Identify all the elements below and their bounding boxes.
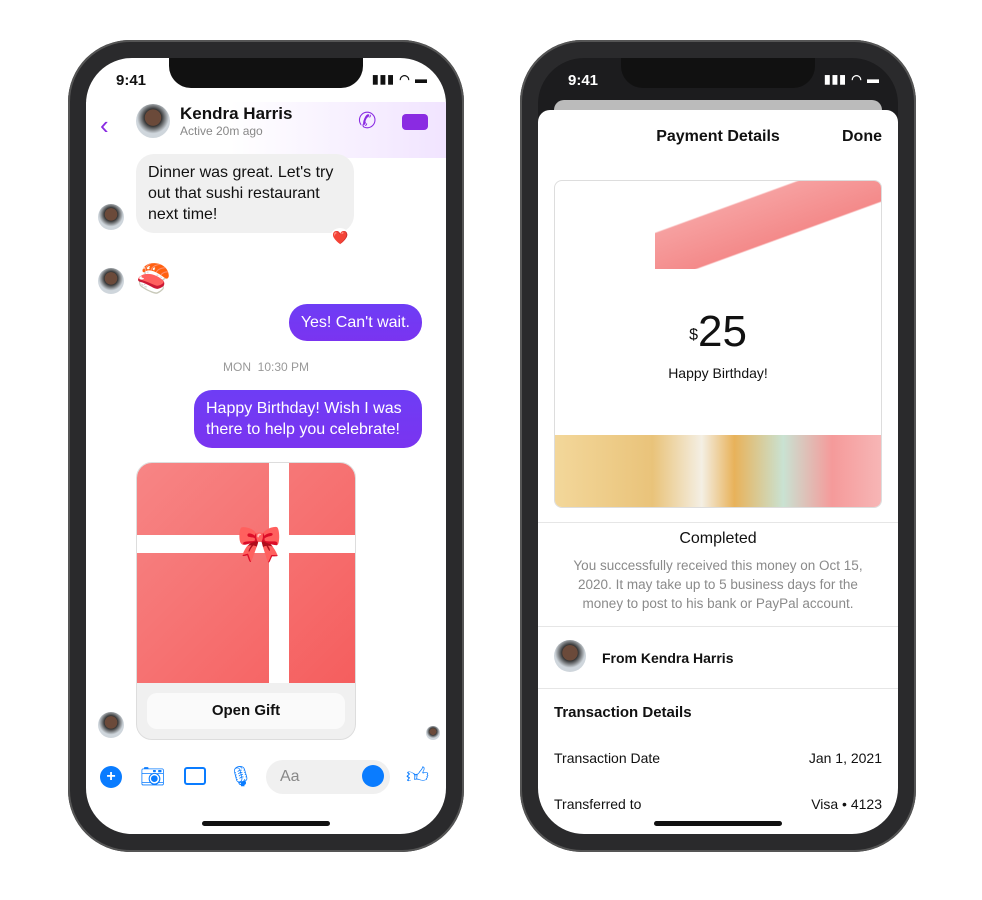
thumbs-up-icon[interactable]: 👍︎ (406, 762, 429, 789)
detail-label: Transferred to (554, 796, 642, 812)
message-bubble[interactable]: Dinner was great. Let's try out that sus… (136, 154, 354, 233)
status-time: 9:41 (568, 72, 599, 89)
notch (621, 58, 815, 88)
payment-screen: 9:41 ▮▮▮ ◠ ▬ Payment Details Done $25 Ha… (538, 58, 898, 834)
status-icons: ▮▮▮ ◠ ▬ (824, 72, 880, 86)
video-call-icon[interactable] (402, 114, 428, 130)
phone-payment: 9:41 ▮▮▮ ◠ ▬ Payment Details Done $25 Ha… (520, 40, 916, 852)
divider (538, 522, 898, 523)
done-button[interactable]: Done (842, 128, 882, 146)
sushi-emoji-message[interactable]: 🍣 (136, 262, 171, 295)
desserts-illustration (555, 435, 881, 507)
detail-row: Transferred to Visa • 4123 (554, 796, 882, 812)
amount-value: 25 (697, 307, 747, 356)
home-indicator (202, 821, 330, 826)
avatar (98, 712, 124, 738)
details-title: Transaction Details (554, 704, 692, 721)
detail-value: Jan 1, 2021 (808, 750, 882, 766)
open-gift-button[interactable]: Open Gift (147, 693, 345, 729)
composer: + 📷︎ 🎙︎ Aa 👍︎ (86, 758, 446, 798)
read-receipt-avatar (426, 726, 440, 740)
payment-note: Happy Birthday! (668, 365, 768, 381)
chat-screen: 9:41 ▮▮▮ ◠ ▬ ‹ Kendra Harris Active 20m … (86, 58, 446, 834)
message-input-placeholder: Aa (280, 768, 300, 785)
payment-card: $25 Happy Birthday! (554, 180, 882, 508)
status-description: You successfully received this money on … (573, 558, 863, 611)
camera-icon[interactable]: 📷︎ (140, 764, 165, 789)
avatar[interactable] (136, 104, 170, 138)
emoji-icon[interactable] (362, 765, 384, 787)
divider (538, 688, 898, 689)
divider (538, 626, 898, 627)
microphone-icon[interactable]: 🎙︎ (228, 764, 253, 789)
avatar (98, 268, 124, 294)
status-title: Completed (679, 530, 757, 547)
amount: $25 (555, 307, 881, 357)
avatar (98, 204, 124, 230)
status-time: 9:41 (116, 72, 147, 89)
gift-card[interactable]: 🎀 Open Gift (136, 462, 356, 740)
back-button[interactable]: ‹ (100, 110, 109, 141)
detail-row: Transaction Date Jan 1, 2021 (554, 750, 882, 766)
phone-call-icon[interactable]: ✆ (358, 108, 376, 134)
contact-status: Active 20m ago (180, 124, 263, 138)
timestamp: MON 10:30 PM (222, 360, 310, 374)
sender-avatar (554, 640, 586, 672)
detail-value: Visa • 4123 (811, 796, 882, 812)
notch (169, 58, 363, 88)
image-icon[interactable] (184, 767, 206, 785)
message-input[interactable]: Aa (266, 760, 390, 794)
payment-sheet: Payment Details Done $25 Happy Birthday!… (538, 110, 898, 834)
phone-messenger: 9:41 ▮▮▮ ◠ ▬ ‹ Kendra Harris Active 20m … (68, 40, 464, 852)
plus-icon[interactable]: + (100, 766, 122, 788)
cake-illustration (655, 181, 881, 269)
message-bubble[interactable]: Yes! Can't wait. (288, 304, 422, 341)
chat-header: ‹ Kendra Harris Active 20m ago ✆ (86, 102, 446, 158)
home-indicator (654, 821, 782, 826)
sender-label[interactable]: From Kendra Harris (602, 650, 733, 666)
detail-label: Transaction Date (554, 750, 661, 766)
gift-image: 🎀 (137, 463, 355, 683)
heart-reaction[interactable]: ❤️ (330, 228, 351, 248)
status-icons: ▮▮▮ ◠ ▬ (372, 72, 428, 86)
currency-symbol: $ (689, 326, 698, 344)
message-bubble[interactable]: Happy Birthday! Wish I was there to help… (194, 390, 422, 448)
contact-name[interactable]: Kendra Harris (180, 104, 292, 124)
